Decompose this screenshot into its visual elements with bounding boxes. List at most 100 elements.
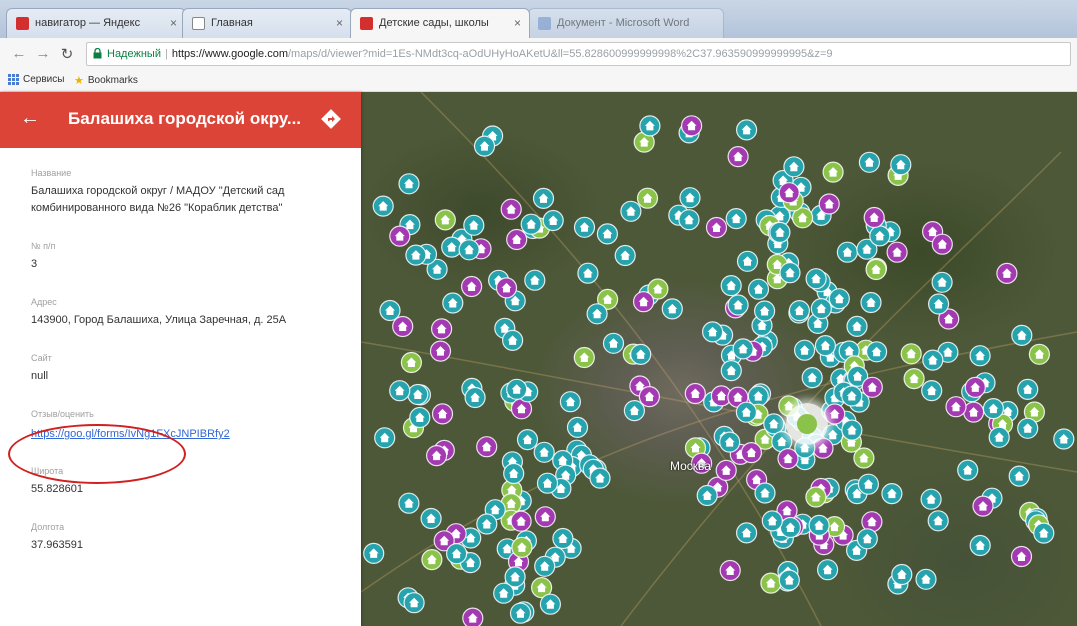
school-marker-icon[interactable]	[473, 135, 496, 157]
school-marker-icon[interactable]	[818, 193, 840, 215]
school-marker-icon[interactable]	[1010, 545, 1033, 568]
school-marker-icon[interactable]	[886, 241, 908, 263]
school-marker-icon[interactable]	[863, 206, 885, 229]
tab-yandex[interactable]: навигатор — Яндекс ×	[6, 8, 186, 38]
school-marker-icon[interactable]	[678, 209, 700, 231]
school-marker-icon[interactable]	[389, 225, 411, 247]
school-marker-icon[interactable]	[407, 383, 429, 406]
school-marker-icon[interactable]	[735, 401, 757, 423]
school-marker-icon[interactable]	[761, 510, 783, 532]
selected-marker[interactable]	[786, 403, 828, 445]
school-marker-icon[interactable]	[679, 187, 701, 209]
school-marker-icon[interactable]	[633, 291, 655, 313]
school-marker-icon[interactable]	[602, 332, 625, 354]
school-marker-icon[interactable]	[389, 380, 411, 402]
school-marker-icon[interactable]	[516, 429, 539, 451]
close-tab-icon[interactable]: ×	[336, 9, 343, 37]
school-marker-icon[interactable]	[445, 543, 468, 565]
school-marker-icon[interactable]	[808, 514, 830, 536]
school-marker-icon[interactable]	[493, 582, 515, 604]
school-marker-icon[interactable]	[969, 534, 991, 557]
school-marker-icon[interactable]	[754, 300, 776, 322]
back-arrow-icon[interactable]: ←	[20, 106, 40, 130]
school-marker-icon[interactable]	[732, 338, 754, 360]
school-marker-icon[interactable]	[725, 207, 747, 230]
school-marker-icon[interactable]	[903, 368, 925, 390]
school-marker-icon[interactable]	[1017, 378, 1039, 400]
school-marker-icon[interactable]	[858, 151, 880, 173]
school-marker-icon[interactable]	[788, 300, 810, 322]
school-marker-icon[interactable]	[403, 592, 425, 614]
school-marker-icon[interactable]	[969, 345, 991, 367]
school-marker-icon[interactable]	[778, 182, 800, 204]
school-marker-icon[interactable]	[533, 441, 555, 463]
school-marker-icon[interactable]	[736, 250, 759, 272]
school-marker-icon[interactable]	[614, 244, 636, 267]
school-marker-icon[interactable]	[869, 225, 891, 247]
school-marker-icon[interactable]	[727, 294, 749, 316]
school-marker-icon[interactable]	[805, 486, 827, 508]
school-marker-icon[interactable]	[638, 386, 660, 408]
school-marker-icon[interactable]	[684, 382, 706, 405]
school-marker-icon[interactable]	[1011, 324, 1033, 346]
school-marker-icon[interactable]	[783, 156, 805, 178]
school-marker-icon[interactable]	[841, 385, 863, 407]
school-marker-icon[interactable]	[500, 198, 522, 220]
school-marker-icon[interactable]	[379, 299, 401, 322]
school-marker-icon[interactable]	[429, 340, 452, 362]
bookmark-bookmarks[interactable]: ★ Bookmarks	[74, 74, 138, 87]
close-tab-icon[interactable]: ×	[170, 9, 177, 37]
school-marker-icon[interactable]	[715, 459, 737, 481]
school-marker-icon[interactable]	[503, 462, 525, 485]
school-marker-icon[interactable]	[982, 398, 1005, 420]
school-marker-icon[interactable]	[836, 241, 858, 263]
school-marker-icon[interactable]	[421, 549, 443, 571]
reload-icon[interactable]: ↻	[58, 45, 76, 63]
school-marker-icon[interactable]	[536, 472, 559, 494]
school-marker-icon[interactable]	[573, 346, 595, 369]
school-marker-icon[interactable]	[392, 315, 414, 338]
school-marker-icon[interactable]	[464, 386, 486, 409]
school-marker-icon[interactable]	[900, 343, 922, 365]
school-marker-icon[interactable]	[398, 173, 420, 195]
school-marker-icon[interactable]	[510, 510, 532, 532]
school-marker-icon[interactable]	[891, 563, 913, 586]
school-marker-icon[interactable]	[506, 378, 528, 400]
school-marker-icon[interactable]	[763, 413, 785, 435]
school-marker-icon[interactable]	[957, 459, 979, 481]
school-marker-icon[interactable]	[801, 367, 823, 389]
forward-arrow-icon[interactable]: →	[34, 45, 52, 62]
school-marker-icon[interactable]	[702, 321, 724, 343]
school-marker-icon[interactable]	[425, 445, 448, 467]
school-marker-icon[interactable]	[865, 341, 888, 363]
school-marker-icon[interactable]	[577, 262, 599, 284]
school-marker-icon[interactable]	[502, 329, 524, 351]
school-marker-icon[interactable]	[431, 403, 454, 425]
school-marker-icon[interactable]	[719, 559, 741, 582]
school-marker-icon[interactable]	[559, 391, 581, 413]
school-marker-icon[interactable]	[476, 513, 498, 535]
map-canvas[interactable]: Москва	[361, 92, 1077, 626]
school-marker-icon[interactable]	[363, 542, 385, 564]
address-bar[interactable]: Надежный | https://www.google.com/maps/d/v…	[86, 42, 1071, 66]
school-marker-icon[interactable]	[589, 467, 611, 489]
school-marker-icon[interactable]	[636, 187, 659, 209]
school-marker-icon[interactable]	[922, 349, 944, 371]
school-marker-icon[interactable]	[964, 376, 986, 398]
school-marker-icon[interactable]	[639, 115, 661, 137]
school-marker-icon[interactable]	[495, 277, 518, 299]
school-marker-icon[interactable]	[736, 522, 758, 544]
school-marker-icon[interactable]	[681, 115, 703, 137]
directions-icon[interactable]	[321, 109, 341, 129]
school-marker-icon[interactable]	[860, 291, 882, 314]
school-marker-icon[interactable]	[856, 528, 878, 550]
tab-home[interactable]: Главная ×	[182, 8, 352, 38]
school-marker-icon[interactable]	[442, 292, 464, 314]
tab-maps[interactable]: Детские сады, школы ×	[350, 8, 530, 38]
school-marker-icon[interactable]	[586, 303, 608, 325]
close-tab-icon[interactable]: ×	[514, 9, 521, 37]
school-marker-icon[interactable]	[552, 527, 574, 550]
school-marker-icon[interactable]	[962, 401, 985, 423]
school-marker-icon[interactable]	[1033, 522, 1055, 544]
tab-word[interactable]: Документ - Microsoft Word	[528, 8, 724, 38]
